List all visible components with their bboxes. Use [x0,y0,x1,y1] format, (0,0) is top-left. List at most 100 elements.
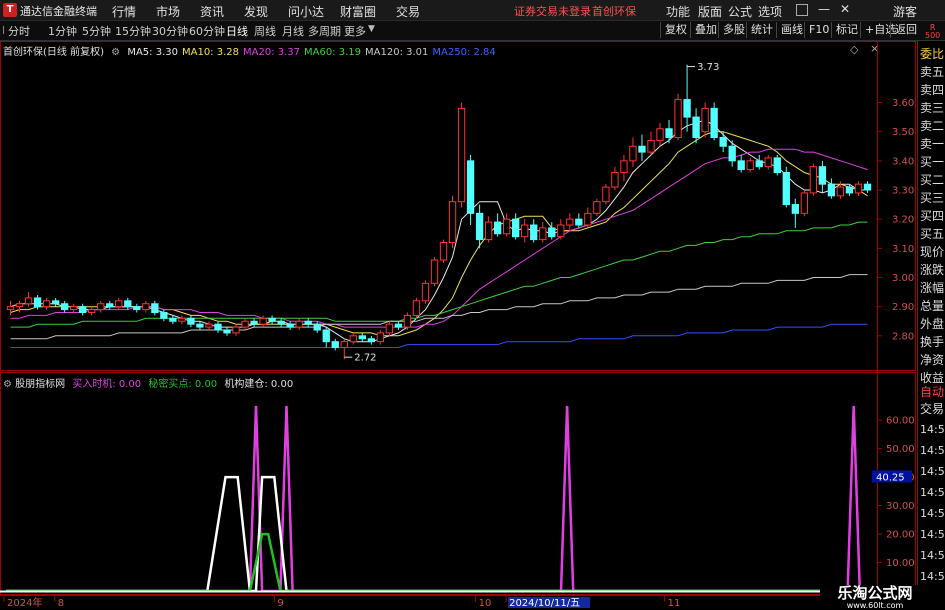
candle-body-18 [169,317,177,322]
candle-body-15 [142,303,150,311]
price-tick-8: 2.80 [892,331,914,342]
candle-body-0 [6,306,15,311]
time-item-7: 14:56 [920,570,945,583]
quote-item-15: 外盘 [920,317,945,331]
price-tick-7: 2.90 [892,302,914,313]
candle-body-60 [548,227,556,238]
ma-line-ma20 [10,148,868,328]
candle-body-61 [557,224,565,238]
candle-body-74 [674,99,682,139]
time-item-6: 14:56 [920,549,945,562]
candle-body-47 [430,259,439,284]
candle-body-68 [620,160,628,173]
ind-tick-3: 30.00 [886,501,915,512]
time-item-0: 14:56 [920,423,945,436]
time-item-2: 14:56 [920,465,945,478]
ind-marker-text: 40.25 [876,472,905,483]
candle-body-86 [782,172,790,206]
indicator-gear-icon[interactable]: ⚙ [3,379,12,390]
candle-body-54 [493,221,502,235]
quote-item-0: 委比 [920,47,945,61]
candle-body-45 [412,300,421,316]
candle-body-79 [719,137,727,147]
price-tick-5: 3.10 [892,244,914,255]
candle-body-2 [24,297,33,305]
indicator-secret: 秘密买点: 0.00 [148,379,218,390]
candle-body-8 [79,306,87,313]
price-tick-1: 3.50 [892,127,914,138]
candle-body-62 [566,218,574,226]
candle-body-20 [187,317,195,325]
candle-body-31 [286,323,294,328]
candle-body-94 [854,183,863,194]
candle-body-12 [115,300,123,308]
quote-item-16: 换手 [920,335,945,349]
candle-body-93 [845,186,854,194]
quote-item-13: 涨幅 [920,281,945,295]
candle-body-52 [475,212,484,241]
candle-body-36 [331,341,339,348]
candle-body-24 [223,329,231,334]
candle-body-82 [746,160,754,171]
indicator-buy: 买入时机: 0.00 [72,379,142,390]
date-tick-2: 9 [277,598,283,609]
right-quote-panel: 委比 卖五 卖四 卖三 卖二 卖一 买一 买二 买三 买四 买五 现价 涨跌 涨幅 总量 外盘 换手 净资 收益 自动… [917,41,945,609]
trade-label[interactable]: 交易 [920,402,944,417]
ma-line-ma250 [10,323,868,348]
candle-body-21 [196,323,204,328]
quote-item-7: 买二 [920,173,945,187]
indicator-name: 股朋指标网 [15,379,66,390]
candle-body-26 [241,320,249,328]
candle-body-43 [394,323,403,328]
candle-body-17 [160,312,168,319]
candle-body-53 [484,221,493,241]
ma-line-ma60 [10,221,868,328]
candle-body-39 [358,335,366,340]
watermark-line1: 乐淘公式网 [837,584,913,602]
quote-item-9: 买四 [920,209,945,223]
candle-body-90 [818,166,827,185]
candle-body-57 [521,224,529,238]
ind-line-0 [6,405,872,593]
price-tick-3: 3.30 [892,186,914,197]
quote-item-18: 收益 [920,371,945,385]
candle-body-75 [683,99,691,118]
candle-body-29 [268,317,276,322]
candle-body-56 [512,218,520,238]
watermark: 乐淘公式网 www.60lt.com [820,584,930,610]
candle-body-34 [313,323,321,331]
quote-item-6: 买一 [920,155,945,169]
candle-body-3 [33,297,42,308]
candle-body-73 [665,128,673,138]
quote-item-2: 卖四 [920,83,945,97]
candle-body-50 [457,107,466,203]
price-tick-4: 3.20 [892,215,914,226]
date-tick-4: 2024/10/11/五 [509,598,580,609]
date-tick-5: 11 [668,598,681,609]
candle-body-76 [692,116,700,139]
candle-body-11 [106,303,114,308]
candle-body-41 [376,332,385,343]
candle-body-19 [178,317,186,322]
candle-body-46 [421,282,430,302]
ind-tick-1: 50.00 [886,444,915,455]
candle-body-7 [69,306,78,311]
quote-item-10: 买五 [920,227,945,241]
candle-body-77 [701,107,709,133]
price-tick-6: 3.00 [892,273,914,284]
candle-body-67 [611,172,619,188]
candle-body-9 [88,309,96,314]
quote-item-17: 净资 [920,353,945,367]
candle-body-78 [710,107,718,139]
ind-tick-0: 60.00 [886,416,915,427]
candle-body-5 [51,300,60,305]
quote-item-4: 卖二 [920,119,945,133]
candle-body-65 [593,201,601,214]
candle-body-63 [575,218,583,226]
quote-item-1: 卖五 [920,65,945,79]
ind-line-2 [6,532,872,593]
candle-body-16 [151,303,159,313]
auto-label[interactable]: 自动 [920,385,944,400]
quote-item-12: 涨跌 [920,263,945,277]
ind-line-1 [6,475,872,593]
